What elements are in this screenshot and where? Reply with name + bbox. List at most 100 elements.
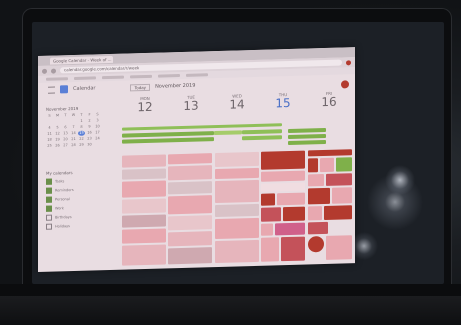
day-column[interactable] bbox=[214, 151, 259, 267]
mini-calendar-day[interactable] bbox=[54, 119, 61, 124]
calendar-checkbox[interactable] bbox=[46, 187, 52, 194]
bookmark-item[interactable] bbox=[46, 77, 68, 81]
all-day-event[interactable] bbox=[288, 127, 326, 134]
calendar-list-item[interactable]: Birthdays bbox=[46, 213, 104, 221]
bookmark-item[interactable] bbox=[130, 74, 152, 79]
bookmark-item[interactable] bbox=[158, 74, 180, 78]
browser-tab[interactable]: Google Calendar - Week of ... bbox=[50, 55, 113, 65]
day-number[interactable]: 16 bbox=[306, 95, 352, 109]
event-block[interactable] bbox=[168, 153, 213, 165]
bookmark-item[interactable] bbox=[186, 73, 208, 77]
event-block[interactable] bbox=[307, 187, 330, 205]
day-column[interactable] bbox=[168, 153, 213, 268]
event-block[interactable] bbox=[261, 223, 274, 236]
event-block[interactable] bbox=[331, 187, 352, 204]
day-header[interactable]: TUE 13 bbox=[168, 94, 214, 125]
day-column[interactable] bbox=[122, 154, 166, 269]
event-block[interactable] bbox=[323, 205, 352, 221]
mini-calendar-day[interactable]: 5 bbox=[54, 125, 61, 130]
day-column[interactable] bbox=[307, 149, 352, 264]
mini-calendar-day[interactable]: 29 bbox=[78, 143, 85, 148]
event-block[interactable] bbox=[122, 228, 166, 244]
event-block[interactable] bbox=[168, 195, 213, 215]
event-block[interactable] bbox=[325, 235, 352, 260]
event-block[interactable] bbox=[214, 179, 259, 204]
event-block[interactable] bbox=[261, 150, 306, 170]
mini-calendar-day[interactable]: 22 bbox=[78, 137, 85, 142]
event-block[interactable] bbox=[275, 222, 306, 236]
event-block[interactable] bbox=[261, 207, 282, 222]
event-block[interactable] bbox=[319, 157, 334, 173]
mini-calendar-day[interactable]: 3 bbox=[94, 118, 101, 123]
event-block[interactable] bbox=[168, 247, 213, 265]
mini-calendar-day[interactable]: S bbox=[94, 112, 101, 117]
calendar-list-item[interactable]: Holidays bbox=[46, 222, 104, 230]
mini-calendar-day[interactable]: 6 bbox=[62, 125, 69, 130]
mini-calendar-day[interactable] bbox=[46, 120, 53, 125]
mini-calendar-day[interactable]: 23 bbox=[86, 136, 93, 141]
event-block[interactable] bbox=[283, 206, 306, 222]
mini-calendar-day[interactable]: 8 bbox=[78, 125, 85, 130]
calendar-list-item[interactable]: Reminders bbox=[46, 186, 104, 194]
all-day-event[interactable] bbox=[242, 135, 282, 141]
bookmark-item[interactable] bbox=[74, 76, 96, 80]
mini-calendar-day[interactable]: 14 bbox=[70, 131, 77, 136]
event-block[interactable] bbox=[122, 168, 166, 180]
event-block[interactable] bbox=[122, 214, 166, 228]
event-block[interactable] bbox=[168, 231, 213, 247]
event-block[interactable] bbox=[261, 182, 306, 192]
mini-calendar-day[interactable]: F bbox=[86, 112, 93, 117]
bookmark-item[interactable] bbox=[102, 75, 124, 80]
mini-calendar-day[interactable]: 1 bbox=[78, 119, 85, 124]
mini-calendar-day[interactable]: 12 bbox=[54, 131, 61, 136]
mini-calendar-day[interactable]: 11 bbox=[46, 132, 53, 137]
mini-calendar-day[interactable]: 17 bbox=[94, 130, 101, 135]
calendar-list-item[interactable]: Tasks bbox=[46, 177, 104, 185]
event-block[interactable] bbox=[307, 174, 324, 187]
event-block[interactable] bbox=[307, 206, 322, 221]
event-block[interactable] bbox=[214, 203, 259, 218]
all-day-event[interactable] bbox=[122, 137, 214, 144]
event-block[interactable] bbox=[214, 217, 259, 240]
event-block[interactable] bbox=[277, 192, 306, 206]
calendar-list-item[interactable]: Personal bbox=[46, 195, 104, 203]
event-block[interactable] bbox=[214, 239, 259, 264]
day-column[interactable] bbox=[261, 150, 306, 266]
back-icon[interactable] bbox=[42, 68, 47, 74]
day-header[interactable]: MON 12 bbox=[122, 95, 168, 126]
event-block[interactable] bbox=[307, 221, 328, 235]
event-block[interactable] bbox=[261, 237, 280, 262]
mini-calendar-day[interactable]: 7 bbox=[70, 125, 77, 130]
all-day-event[interactable] bbox=[288, 139, 326, 146]
menu-icon[interactable] bbox=[48, 86, 55, 94]
mini-calendar-day[interactable]: 4 bbox=[46, 126, 53, 131]
event-block[interactable] bbox=[261, 193, 276, 206]
all-day-event[interactable] bbox=[288, 133, 326, 140]
all-day-event[interactable] bbox=[214, 130, 242, 136]
mini-calendar-day[interactable]: 10 bbox=[94, 124, 101, 129]
event-block[interactable] bbox=[168, 215, 213, 231]
mini-calendar-day[interactable]: 2 bbox=[86, 118, 93, 123]
mini-calendar-day[interactable] bbox=[70, 119, 77, 124]
mini-calendar-day[interactable]: 15 bbox=[78, 130, 85, 136]
event-block[interactable] bbox=[307, 158, 318, 173]
event-block[interactable] bbox=[214, 167, 259, 180]
mini-calendar-day[interactable] bbox=[62, 119, 69, 124]
calendar-checkbox[interactable] bbox=[46, 178, 52, 185]
mini-calendar-day[interactable]: 25 bbox=[46, 144, 53, 149]
mini-calendar-day[interactable]: 20 bbox=[62, 137, 69, 142]
mini-calendar-day[interactable]: 13 bbox=[62, 131, 69, 136]
mini-calendar-day[interactable]: 30 bbox=[86, 142, 93, 147]
day-header[interactable]: WED 14 bbox=[214, 93, 260, 124]
today-button[interactable]: Today bbox=[130, 83, 151, 91]
mini-calendar-day[interactable]: 24 bbox=[94, 136, 101, 141]
event-block[interactable] bbox=[214, 151, 259, 168]
calendar-checkbox[interactable] bbox=[46, 223, 52, 230]
mini-calendar-day[interactable]: 27 bbox=[62, 143, 69, 148]
event-block[interactable] bbox=[122, 154, 166, 168]
all-day-event[interactable] bbox=[242, 129, 282, 135]
calendar-checkbox[interactable] bbox=[46, 205, 52, 212]
mini-calendar-day[interactable]: 18 bbox=[46, 138, 53, 143]
event-block[interactable] bbox=[261, 170, 306, 182]
day-header[interactable]: FRI 16 bbox=[306, 90, 352, 121]
